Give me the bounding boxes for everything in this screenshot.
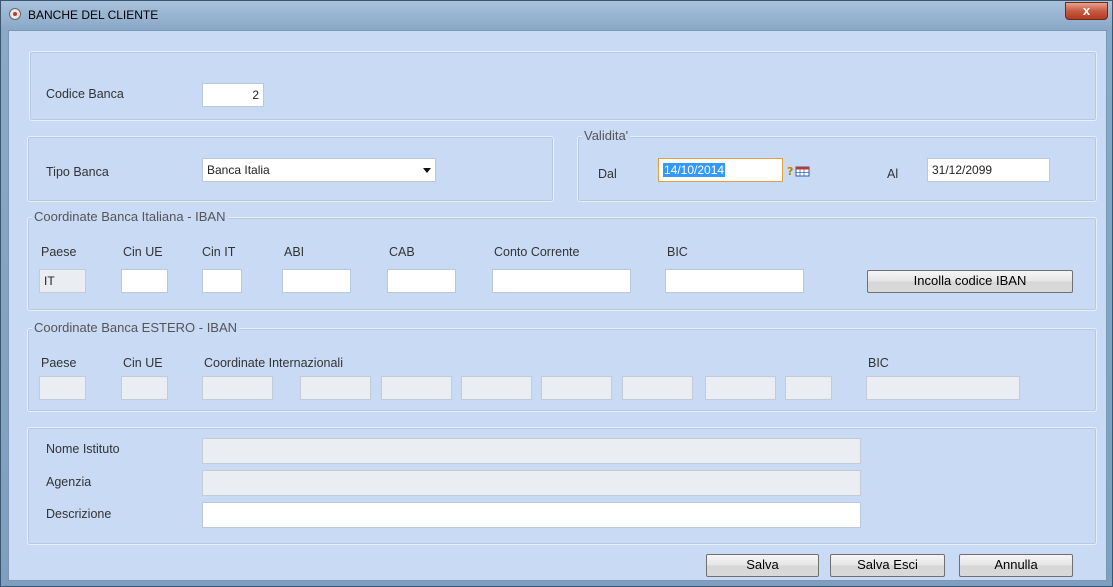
dal-label: Dal [598,167,617,181]
nome-istituto-field[interactable] [202,438,861,464]
descrizione-label: Descrizione [46,507,112,521]
coordinate-header: Coordinate Internazionali [204,356,343,370]
iban-italia-legend: Coordinate Banca Italiana - IBAN [32,209,228,224]
tipo-select[interactable]: Banca Italia [202,158,436,182]
coord-field-6[interactable] [622,376,693,400]
salva-esci-button[interactable]: Salva Esci [830,554,945,577]
cin-ue-field[interactable] [121,269,168,293]
iban-italia-group: Coordinate Banca Italiana - IBAN Paese C… [27,209,1097,311]
estero-bic-header: BIC [868,356,889,370]
cin-it-field[interactable] [202,269,242,293]
tipo-label: Tipo Banca [46,165,109,179]
estero-bic-field[interactable] [866,376,1020,400]
window-title: BANCHE DEL CLIENTE [28,8,159,22]
conto-header: Conto Corrente [494,245,580,259]
iban-estero-group: Coordinate Banca ESTERO - IBAN Paese Cin… [27,320,1097,412]
paste-iban-button[interactable]: Incolla codice IBAN [867,270,1073,293]
estero-paese-field[interactable] [39,376,86,400]
validita-group: Validita' Dal 14/10/2014 ? Al 31/12/2099 [577,128,1097,202]
agenzia-field[interactable] [202,470,861,496]
conto-field[interactable] [492,269,631,293]
cab-header: CAB [389,245,415,259]
cin-it-header: Cin IT [202,245,236,259]
estero-cin-ue-field[interactable] [121,376,168,400]
coord-field-2[interactable] [300,376,371,400]
validita-legend: Validita' [582,128,631,143]
tipo-select-value: Banca Italia [207,163,270,177]
al-label: Al [887,167,899,181]
chevron-down-icon[interactable] [423,168,431,173]
coord-field-4[interactable] [461,376,532,400]
annulla-button[interactable]: Annulla [959,554,1073,577]
descrizione-field[interactable] [202,502,861,528]
codice-group: Codice Banca 2 [29,51,1097,121]
svg-text:?: ? [787,165,793,177]
codice-label: Codice Banca [46,87,124,101]
calendar-icon[interactable]: ? [787,165,811,177]
coord-field-1[interactable] [202,376,273,400]
cab-field[interactable] [387,269,456,293]
title-bar[interactable]: BANCHE DEL CLIENTE x [1,1,1112,29]
estero-cin-ue-header: Cin UE [123,356,163,370]
coord-field-8[interactable] [785,376,832,400]
agenzia-label: Agenzia [46,475,92,489]
paese-field[interactable]: IT [39,269,86,293]
dialog-window: BANCHE DEL CLIENTE x Codice Banca 2 Tipo… [0,0,1113,587]
estero-paese-header: Paese [41,356,77,370]
coord-field-7[interactable] [705,376,776,400]
bic-field[interactable] [665,269,804,293]
app-icon [9,8,21,20]
abi-header: ABI [284,245,305,259]
coord-field-5[interactable] [541,376,612,400]
al-field[interactable]: 31/12/2099 [927,158,1050,182]
dialog-body: Codice Banca 2 Tipo Banca Banca Italia V… [8,30,1107,581]
close-button[interactable]: x [1065,2,1108,20]
bic-header: BIC [667,245,688,259]
tipo-group: Tipo Banca Banca Italia [27,136,554,202]
dal-field[interactable]: 14/10/2014 [658,158,783,182]
cin-ue-header: Cin UE [123,245,163,259]
coord-field-3[interactable] [381,376,452,400]
istituto-group: Nome Istituto Agenzia Descrizione [27,427,1097,545]
nome-istituto-label: Nome Istituto [46,442,120,456]
iban-estero-legend: Coordinate Banca ESTERO - IBAN [32,320,240,335]
dal-value: 14/10/2014 [663,163,726,177]
codice-field[interactable]: 2 [202,83,264,107]
abi-field[interactable] [282,269,351,293]
paese-header: Paese [41,245,77,259]
salva-button[interactable]: Salva [706,554,819,577]
